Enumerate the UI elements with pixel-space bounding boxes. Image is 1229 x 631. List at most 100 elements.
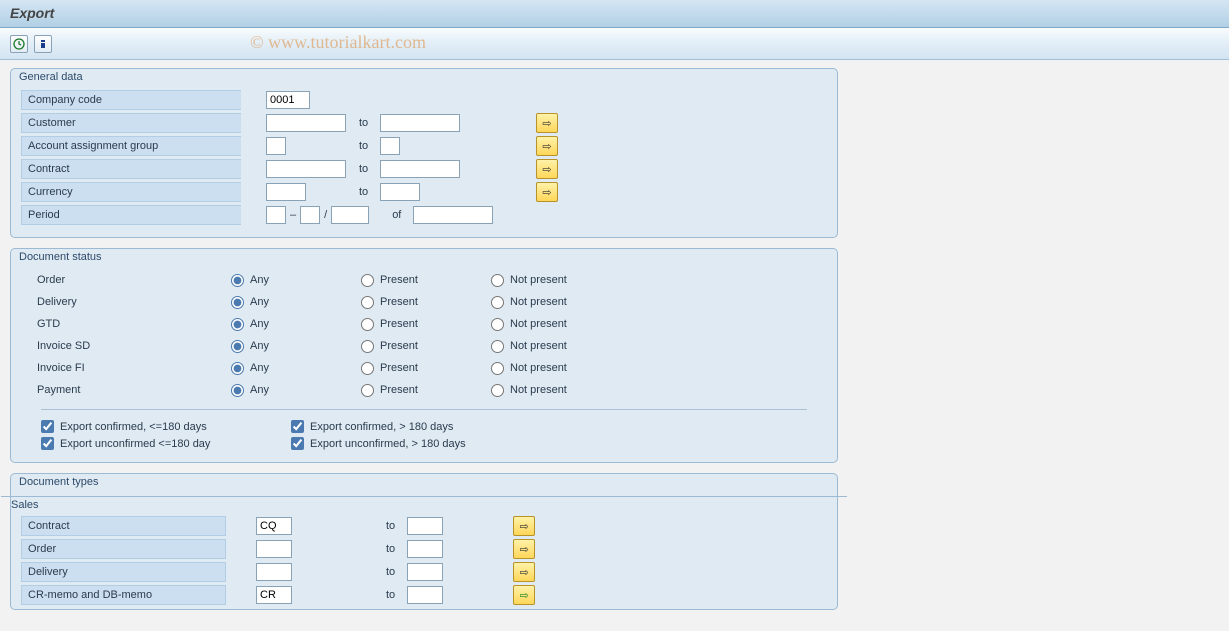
sales-contract-from-input[interactable] [256,517,292,535]
execute-button[interactable] [10,35,28,53]
checkbox[interactable] [291,420,304,433]
dash: – [286,209,300,221]
arrow-right-icon: ⇨ [542,140,551,153]
row-sales-delivery: Delivery to ⇨ [21,561,837,583]
radio-not-present[interactable]: Not present [491,318,641,331]
period-of-input[interactable] [413,206,493,224]
sales-order-from-input[interactable] [256,540,292,558]
radio-any[interactable]: Any [231,318,361,331]
arrow-right-icon: ⇨ [542,163,551,176]
chk-export-unconfirmed-gt180[interactable]: Export unconfirmed, > 180 days [291,437,501,450]
checkbox[interactable] [41,420,54,433]
currency-from-input[interactable] [266,183,306,201]
radio-any[interactable]: Any [231,340,361,353]
acct-to-input[interactable] [380,137,400,155]
sales-contract-range-button[interactable]: ⇨ [513,516,535,536]
status-row-invoice-sd: Invoice SD Any Present Not present [21,335,827,357]
status-label: Delivery [21,296,231,308]
sales-order-range-button[interactable]: ⇨ [513,539,535,559]
label-to: to [382,589,399,601]
radio-any[interactable]: Any [231,274,361,287]
arrow-right-icon: ⇨ [520,566,529,579]
sales-contract-to-input[interactable] [407,517,443,535]
group-general-data: General data Company code Customer to ⇨ … [10,68,838,238]
status-label: Payment [21,384,231,396]
sales-memo-from-input[interactable] [256,586,292,604]
currency-range-button[interactable]: ⇨ [536,182,558,202]
sales-memo-range-button[interactable]: ⇨ [513,585,535,605]
radio-not-present[interactable]: Not present [491,384,641,397]
contract-from-input[interactable] [266,160,346,178]
row-contract: Contract to ⇨ [21,158,827,180]
customer-range-button[interactable]: ⇨ [536,113,558,133]
arrow-right-icon: ⇨ [542,186,551,199]
clock-execute-icon [13,38,25,50]
period-to-mm-input[interactable] [300,206,320,224]
subgroup-sales: Sales Contract to ⇨ Order to ⇨ [1,496,847,609]
radio-present[interactable]: Present [361,384,491,397]
label-currency: Currency [21,182,241,202]
chk-export-confirmed-gt180[interactable]: Export confirmed, > 180 days [291,420,501,433]
radio-not-present[interactable]: Not present [491,296,641,309]
status-label: Order [21,274,231,286]
company-code-input[interactable] [266,91,310,109]
label-contract: Contract [21,159,241,179]
label-sales-contract: Contract [21,516,226,536]
row-customer: Customer to ⇨ [21,112,827,134]
label-customer: Customer [21,113,241,133]
radio-present[interactable]: Present [361,362,491,375]
checkbox[interactable] [291,437,304,450]
application-toolbar: © www.tutorialkart.com [0,28,1229,60]
contract-range-button[interactable]: ⇨ [536,159,558,179]
customer-from-input[interactable] [266,114,346,132]
radio-present[interactable]: Present [361,296,491,309]
arrow-right-icon: ⇨ [520,520,529,533]
period-from-mm-input[interactable] [266,206,286,224]
label-of: of [388,209,405,221]
contract-to-input[interactable] [380,160,460,178]
label-to: to [382,520,399,532]
radio-present[interactable]: Present [361,274,491,287]
group-title-general: General data [19,71,83,83]
subgroup-title-sales: Sales [11,499,39,511]
sales-delivery-range-button[interactable]: ⇨ [513,562,535,582]
title-bar: Export [0,0,1229,28]
radio-any[interactable]: Any [231,296,361,309]
chk-export-unconfirmed-le180[interactable]: Export unconfirmed <=180 day [41,437,251,450]
watermark-text: © www.tutorialkart.com [250,32,426,53]
group-title-types: Document types [19,476,98,488]
sales-memo-to-input[interactable] [407,586,443,604]
page-title: Export [10,5,1219,21]
label-to: to [355,117,372,129]
label-to: to [382,566,399,578]
chk-export-confirmed-le180[interactable]: Export confirmed, <=180 days [41,420,251,433]
radio-not-present[interactable]: Not present [491,340,641,353]
row-acct-group: Account assignment group to ⇨ [21,135,827,157]
label-to: to [382,543,399,555]
row-sales-order: Order to ⇨ [21,538,837,560]
label-sales-delivery: Delivery [21,562,226,582]
radio-not-present[interactable]: Not present [491,362,641,375]
status-label: Invoice FI [21,362,231,374]
radio-any[interactable]: Any [231,362,361,375]
acct-from-input[interactable] [266,137,286,155]
info-button[interactable] [34,35,52,53]
row-currency: Currency to ⇨ [21,181,827,203]
acct-range-button[interactable]: ⇨ [536,136,558,156]
info-icon [37,38,49,50]
radio-present[interactable]: Present [361,340,491,353]
status-row-payment: Payment Any Present Not present [21,379,827,401]
status-row-gtd: GTD Any Present Not present [21,313,827,335]
radio-not-present[interactable]: Not present [491,274,641,287]
sales-order-to-input[interactable] [407,540,443,558]
sales-delivery-to-input[interactable] [407,563,443,581]
radio-any[interactable]: Any [231,384,361,397]
label-to: to [355,186,372,198]
currency-to-input[interactable] [380,183,420,201]
checkbox[interactable] [41,437,54,450]
sales-delivery-from-input[interactable] [256,563,292,581]
label-period: Period [21,205,241,225]
radio-present[interactable]: Present [361,318,491,331]
period-year-input[interactable] [331,206,369,224]
customer-to-input[interactable] [380,114,460,132]
